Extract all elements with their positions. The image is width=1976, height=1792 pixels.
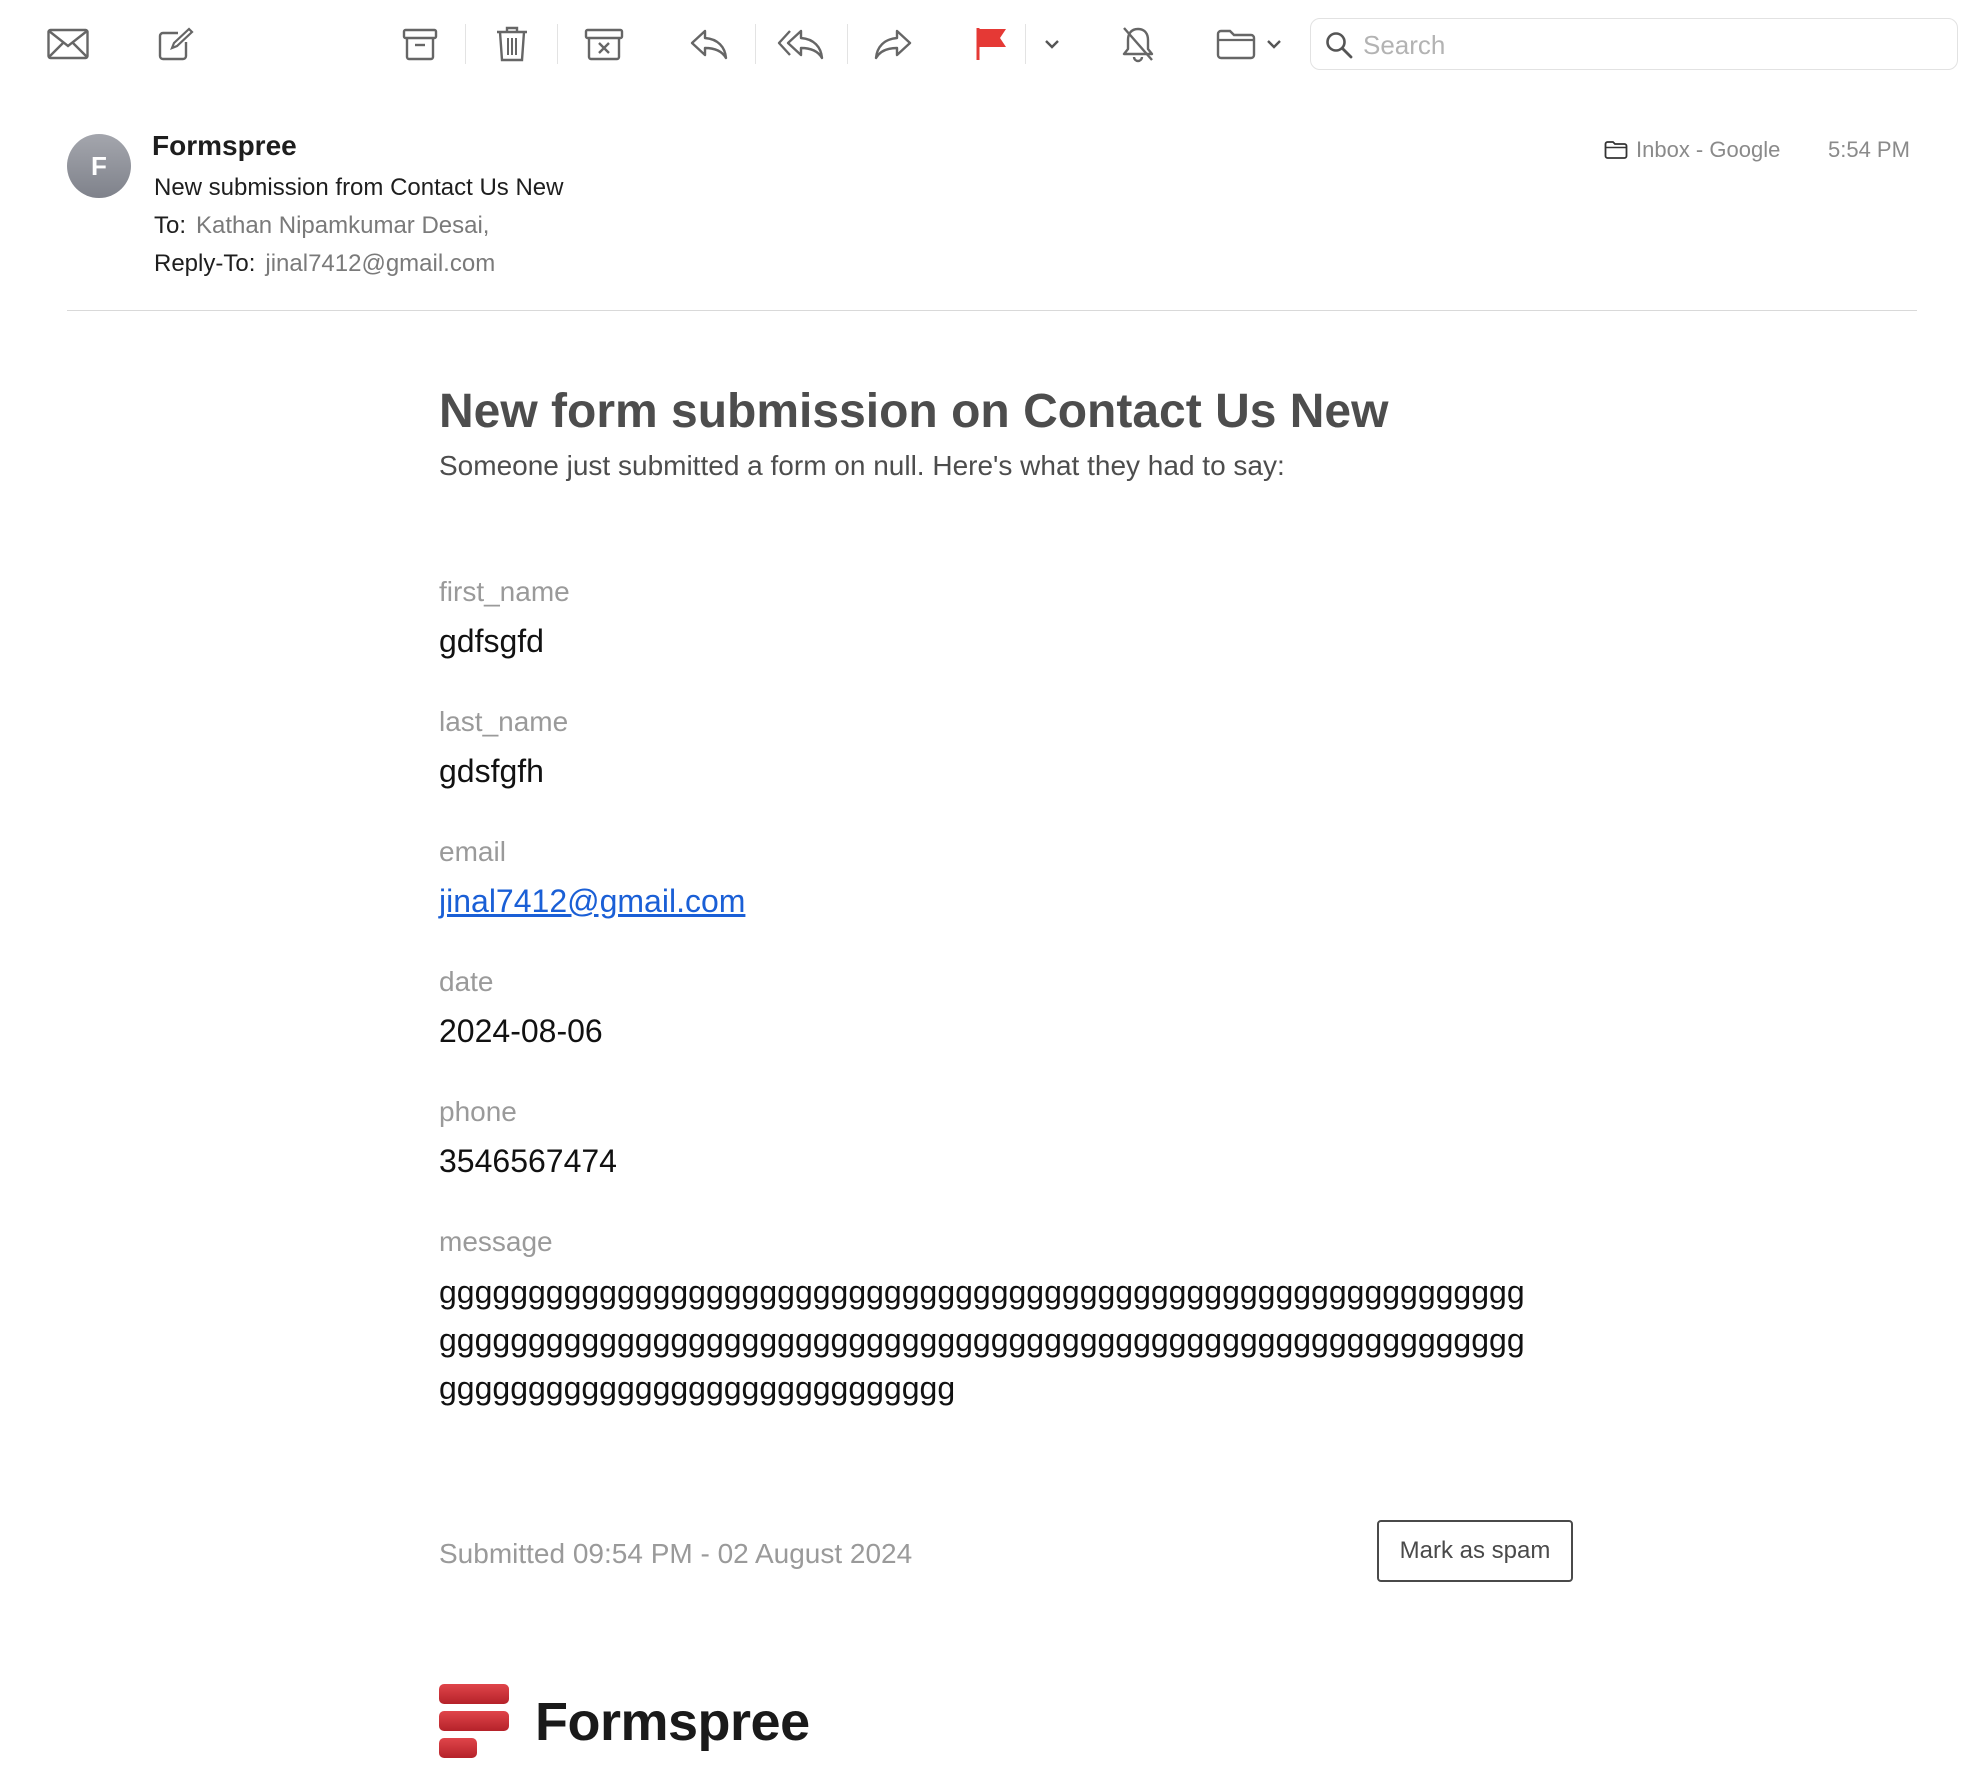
field-label: last_name <box>439 706 569 737</box>
toolbar-separator <box>557 24 558 64</box>
search-input[interactable] <box>1361 25 1945 65</box>
field-label: message <box>439 1226 553 1257</box>
mute-icon[interactable] <box>1118 22 1158 66</box>
toolbar-separator <box>755 24 756 64</box>
mark-as-spam-button[interactable]: Mark as spam <box>1377 1520 1573 1582</box>
to-value[interactable]: Kathan Nipamkumar Desai, <box>196 212 489 239</box>
mailbox-label: Inbox - Google <box>1636 137 1781 162</box>
reply-icon[interactable] <box>688 22 730 66</box>
body-intro: Someone just submitted a form on null. H… <box>439 450 1285 481</box>
field-date: date 2024-08-06 <box>439 964 1579 1094</box>
sender-name[interactable]: Formspree <box>152 130 297 162</box>
formspree-logo-icon <box>439 1684 509 1758</box>
field-message: message gggggggggggggggggggggggggggggggg… <box>439 1224 1579 1406</box>
field-label: email <box>439 836 506 867</box>
toolbar <box>0 0 1976 90</box>
folder-chevron-down-icon[interactable] <box>1264 22 1284 66</box>
flag-icon[interactable] <box>974 22 1010 66</box>
submission-fields: first_name gdfsgfd last_name gdsfgfh ema… <box>439 574 1579 1406</box>
email-link[interactable]: jinal7412@gmail.com <box>439 883 745 919</box>
submitted-timestamp: Submitted 09:54 PM - 02 August 2024 <box>439 1538 913 1569</box>
field-email: email jinal7412@gmail.com <box>439 834 1579 964</box>
reply-to-label: Reply-To: <box>154 250 256 277</box>
formspree-logo[interactable]: Formspree <box>439 1684 810 1760</box>
email-time: 5:54 PM <box>1828 137 1910 162</box>
toolbar-separator <box>465 24 466 64</box>
field-label: date <box>439 966 494 997</box>
field-label: phone <box>439 1096 517 1127</box>
field-value: gdfsgfd <box>439 623 544 659</box>
chevron-down-icon[interactable] <box>1042 22 1062 66</box>
field-first-name: first_name gdfsgfd <box>439 574 1579 704</box>
archive-icon[interactable] <box>400 22 440 66</box>
search-icon <box>1326 32 1353 59</box>
trash-icon[interactable] <box>492 22 532 66</box>
toolbar-separator <box>1025 24 1026 64</box>
compose-icon[interactable] <box>156 22 196 66</box>
email-subject: New submission from Contact Us New <box>154 174 564 201</box>
toolbar-separator <box>847 24 848 64</box>
message-value: gggggggggggggggggggggggggggggggggggggggg… <box>439 1274 1525 1406</box>
junk-icon[interactable] <box>582 22 626 66</box>
folder-small-icon <box>1604 141 1628 159</box>
reply-to-line: Reply-To: jinal7412@gmail.com <box>154 250 495 278</box>
field-phone: phone 3546567474 <box>439 1094 1579 1224</box>
mailbox-indicator[interactable]: Inbox - Google <box>1604 137 1780 163</box>
search-box[interactable] <box>1310 18 1958 70</box>
field-value: 3546567474 <box>439 1143 617 1179</box>
to-line: To: Kathan Nipamkumar Desai, <box>154 212 489 240</box>
to-label: To: <box>154 212 187 239</box>
folder-icon[interactable] <box>1214 22 1258 66</box>
field-label: first_name <box>439 576 570 607</box>
envelope-icon[interactable] <box>44 22 92 66</box>
reply-to-value[interactable]: jinal7412@gmail.com <box>265 250 495 277</box>
header-divider <box>67 310 1917 311</box>
reply-all-icon[interactable] <box>776 22 826 66</box>
email-body-header: New form submission on Contact Us New So… <box>439 380 1579 482</box>
avatar: F <box>67 134 131 198</box>
body-title: New form submission on Contact Us New <box>439 385 1389 438</box>
field-value: 2024-08-06 <box>439 1013 603 1049</box>
logo-text: Formspree <box>535 1692 810 1752</box>
field-value: gdsfgfh <box>439 753 544 789</box>
field-last-name: last_name gdsfgfh <box>439 704 1579 834</box>
forward-icon[interactable] <box>872 22 914 66</box>
